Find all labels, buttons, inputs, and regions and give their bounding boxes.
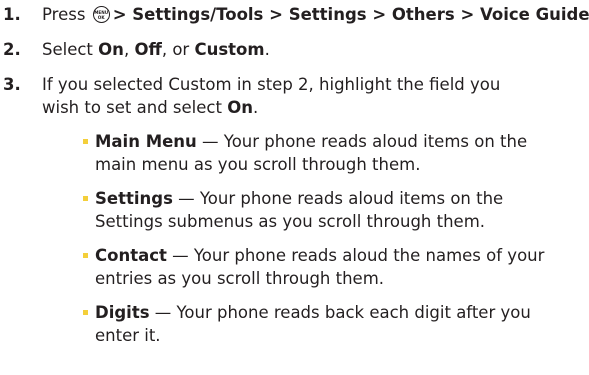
bullet-line: Main Menu — Your phone reads aloud items…	[95, 130, 583, 153]
bullet-term: Main Menu	[95, 132, 197, 151]
bullet-desc: — Your phone reads aloud items on the	[196, 132, 528, 151]
bullet-term: Contact	[95, 246, 167, 265]
bullet-term: Digits	[95, 303, 150, 322]
bullet-desc: — Your phone reads aloud the names of yo…	[166, 246, 545, 265]
option-on: On	[227, 98, 253, 117]
step-prefix: Select	[42, 40, 99, 59]
bullet-line: Contact — Your phone reads aloud the nam…	[95, 244, 583, 267]
line-prefix: wish to set and select	[42, 98, 228, 117]
menu-path: > Settings/Tools > Settings > Others > V…	[112, 5, 589, 24]
line-suffix: .	[253, 98, 259, 117]
bullet-line: enter it.	[95, 326, 161, 345]
bullet-desc: — Your phone reads back each digit after…	[149, 303, 531, 322]
bullet-term: Settings	[95, 189, 173, 208]
step-text: Select On, Off, or Custom.	[42, 38, 587, 61]
key-bottom-label: OK	[97, 15, 105, 20]
step-line: If you selected Custom in step 2, highli…	[42, 75, 501, 94]
option-custom: Custom	[194, 40, 265, 59]
bullet-square-icon	[83, 139, 88, 144]
step-suffix: .	[264, 40, 270, 59]
bullet-text: Digits — Your phone reads back each digi…	[95, 301, 583, 347]
option-off: Off	[134, 40, 162, 59]
bullet-text: Main Menu — Your phone reads aloud items…	[95, 130, 583, 176]
bullet-text: Contact — Your phone reads aloud the nam…	[95, 244, 583, 290]
step-prefix: Press	[42, 5, 86, 24]
step-text: Press MENU OK > Settings/Tools > Setting…	[42, 3, 589, 26]
bullet-desc: — Your phone reads aloud items on the	[172, 189, 504, 208]
bullet-square-icon	[83, 196, 88, 201]
bullet-line: Settings — Your phone reads aloud items …	[95, 187, 583, 210]
instruction-page: 1. Press MENU OK > Settings/Tools > Sett…	[0, 0, 589, 375]
bullet-square-icon	[83, 253, 88, 258]
separator: , or	[161, 40, 195, 59]
step-number: 2.	[3, 40, 21, 59]
bullet-line: Digits — Your phone reads back each digi…	[95, 301, 583, 324]
option-on: On	[98, 40, 124, 59]
bullet-text: Settings — Your phone reads aloud items …	[95, 187, 583, 233]
bullet-line: main menu as you scroll through them.	[95, 155, 421, 174]
step-text: If you selected Custom in step 2, highli…	[42, 73, 587, 119]
bullet-line: entries as you scroll through them.	[95, 269, 385, 288]
step-number: 3.	[3, 75, 21, 94]
bullet-line: Settings submenus as you scroll through …	[95, 212, 486, 231]
step-line: wish to set and select On.	[42, 96, 587, 119]
step-number: 1.	[3, 5, 21, 24]
menu-ok-key-icon: MENU OK	[92, 6, 110, 23]
separator: ,	[123, 40, 135, 59]
bullet-square-icon	[83, 310, 88, 315]
